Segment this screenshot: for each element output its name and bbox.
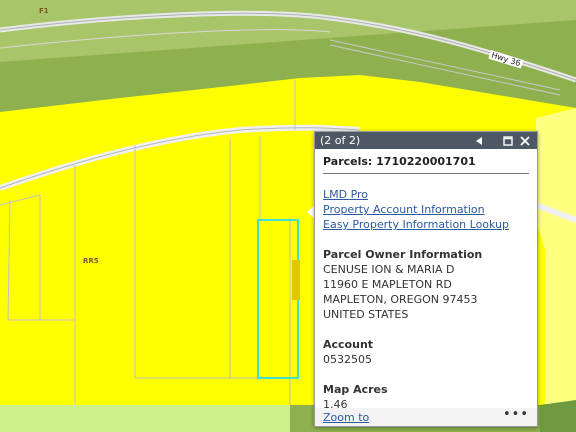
link-lmd-pro[interactable]: LMD Pro: [323, 187, 529, 202]
popup-header: (2 of 2): [315, 132, 537, 149]
zone-label-f1: F1: [39, 7, 49, 15]
popup-counter: (2 of 2): [320, 134, 361, 147]
popup-footer: Zoom to •••: [315, 408, 537, 426]
acres-heading: Map Acres: [323, 383, 388, 396]
maximize-icon[interactable]: [501, 134, 515, 148]
previous-feature-icon[interactable]: [472, 134, 486, 148]
owner-city: MAPLETON, OREGON 97453: [323, 293, 478, 306]
owner-country: UNITED STATES: [323, 308, 409, 321]
bottom-zone-west: [0, 405, 290, 432]
parcel-sliver: [292, 260, 300, 300]
zoom-to-link[interactable]: Zoom to: [323, 410, 503, 425]
owner-heading: Parcel Owner Information: [323, 248, 483, 261]
owner-name: CENUSE ION & MARIA D: [323, 263, 455, 276]
account-value: 0532505: [323, 353, 372, 366]
close-icon[interactable]: [518, 134, 532, 148]
parcel-popup: (2 of 2) Parcels: 1710220001701 LMD Pro …: [314, 131, 538, 427]
forest-patch: [540, 400, 576, 432]
link-easy-property-information-lookup[interactable]: Easy Property Information Lookup: [323, 217, 529, 232]
more-options-icon[interactable]: •••: [503, 408, 529, 424]
popup-title: Parcels: 1710220001701: [323, 155, 529, 174]
account-heading: Account: [323, 338, 374, 351]
popup-body: Parcels: 1710220001701 LMD Pro Property …: [315, 149, 537, 412]
zone-label-rr5: RR5: [83, 257, 99, 265]
link-property-account-information[interactable]: Property Account Information: [323, 202, 529, 217]
owner-street: 11960 E MAPLETON RD: [323, 278, 452, 291]
